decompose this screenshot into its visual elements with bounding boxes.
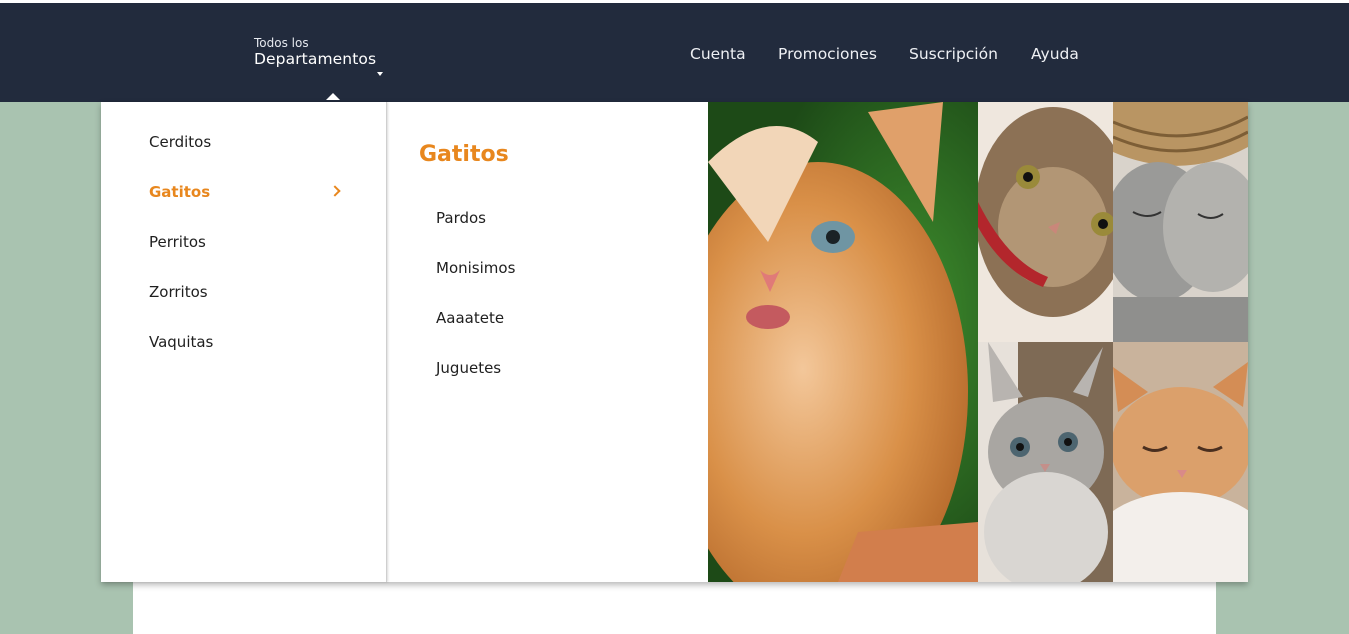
- submenu-title: Gatitos: [419, 142, 509, 167]
- page-content-card: [133, 582, 1216, 634]
- departments-button[interactable]: Todos los Departamentos: [254, 36, 383, 76]
- nav-suscripcion[interactable]: Suscripción: [909, 45, 998, 63]
- nav-cuenta[interactable]: Cuenta: [690, 45, 746, 63]
- dropdown-pointer: [326, 93, 340, 100]
- departments-label-small: Todos los: [254, 36, 309, 50]
- kitten-photo-grey[interactable]: [978, 342, 1113, 582]
- kitten-photo-sleepy[interactable]: [1113, 342, 1248, 582]
- kitten-photo-cuddling[interactable]: [1113, 102, 1248, 342]
- category-list: Cerditos Gatitos Perritos Zorritos Vaqui…: [101, 102, 387, 582]
- subcategory-panel: Gatitos Pardos Monisimos Aaaatete Juguet…: [388, 102, 708, 582]
- caret-down-icon: [377, 72, 383, 76]
- category-label: Cerditos: [149, 133, 212, 151]
- subitem-aaaatete[interactable]: Aaaatete: [436, 309, 504, 327]
- nav-ayuda[interactable]: Ayuda: [1031, 45, 1079, 63]
- category-label: Perritos: [149, 233, 206, 251]
- nav-promociones[interactable]: Promociones: [778, 45, 877, 63]
- kitten-photo-tabby[interactable]: [978, 102, 1113, 342]
- category-gatitos[interactable]: Gatitos: [149, 180, 343, 204]
- subitem-pardos[interactable]: Pardos: [436, 209, 486, 227]
- category-perritos[interactable]: Perritos: [149, 230, 343, 254]
- category-label: Vaquitas: [149, 333, 214, 351]
- category-zorritos[interactable]: Zorritos: [149, 280, 343, 304]
- subitem-juguetes[interactable]: Juguetes: [436, 359, 501, 377]
- promo-photo-grid: [708, 102, 1248, 582]
- site-header: Todos los Departamentos Cuenta Promocion…: [0, 3, 1349, 102]
- mega-menu: Cerditos Gatitos Perritos Zorritos Vaqui…: [101, 102, 1248, 582]
- category-label: Zorritos: [149, 283, 208, 301]
- category-label: Gatitos: [149, 183, 211, 201]
- category-cerditos[interactable]: Cerditos: [149, 130, 343, 154]
- kitten-photo-large[interactable]: [708, 102, 978, 582]
- chevron-right-icon: [329, 185, 341, 197]
- departments-label: Departamentos: [254, 50, 377, 68]
- subitem-monisimos[interactable]: Monisimos: [436, 259, 515, 277]
- category-vaquitas[interactable]: Vaquitas: [149, 330, 343, 354]
